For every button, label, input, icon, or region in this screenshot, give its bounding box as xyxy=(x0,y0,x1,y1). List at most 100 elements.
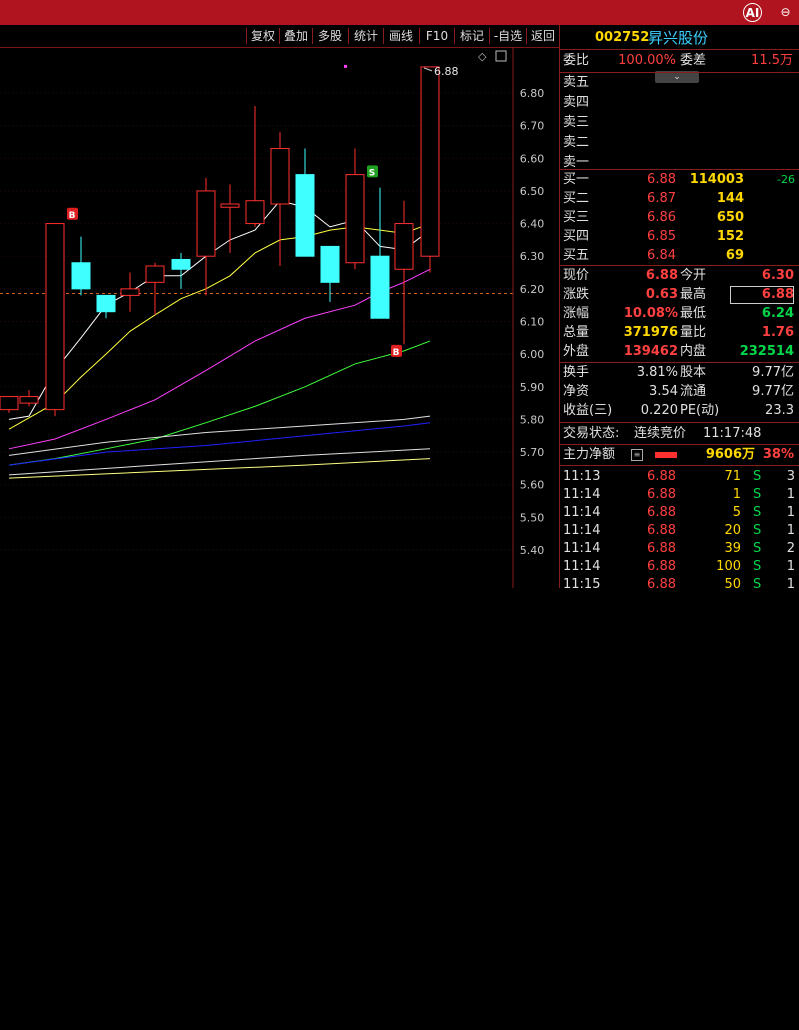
list-icon[interactable]: ≡ xyxy=(631,449,643,461)
ai-assistant-icon[interactable]: AI xyxy=(743,3,762,22)
sell-signal-marker: S xyxy=(369,168,375,178)
weicha-value: 11.5万 xyxy=(751,53,793,68)
buy-level-label: 买五 xyxy=(563,248,590,263)
buy-level-label: 买二 xyxy=(563,191,590,206)
fund-value: 9.77亿 xyxy=(752,365,794,380)
tick-volume: 39 xyxy=(724,541,741,556)
buy-price: 6.87 xyxy=(647,191,676,206)
stock-name: 昇兴股份 xyxy=(648,29,709,47)
quote-value: 6.24 xyxy=(761,306,794,321)
fund-label: PE(动) xyxy=(680,403,720,418)
quote-value: 0.63 xyxy=(645,287,678,302)
candle-body xyxy=(320,245,340,283)
quote-value: 139462 xyxy=(623,344,678,359)
remove-watchlist-button[interactable]: -自选 xyxy=(490,27,526,45)
mark-button[interactable]: 标记 xyxy=(455,27,489,45)
f10-button[interactable]: F10 xyxy=(420,27,454,45)
quote-label: 总量 xyxy=(563,325,590,340)
multi-stock-button[interactable]: 多股 xyxy=(313,27,347,45)
quote-label: 今开 xyxy=(680,268,707,283)
tick-time: 11:14 xyxy=(563,541,601,556)
tick-row: 11:14 6.88 5 S 1 xyxy=(560,504,799,522)
y-tick-label: 6.50 xyxy=(520,185,545,198)
fund-row: 净资 3.54 流通 9.77亿 xyxy=(560,383,799,401)
main-flow-label: 主力净额 xyxy=(563,447,616,462)
tick-row: 11:14 6.88 1 S 1 xyxy=(560,486,799,504)
quote-value: 1.76 xyxy=(761,325,794,340)
tick-row: 11:15 6.88 50 S 1 xyxy=(560,576,799,594)
moving-average-line xyxy=(8,458,431,479)
y-tick-label: 6.60 xyxy=(520,152,545,165)
fund-value: 9.77亿 xyxy=(752,384,794,399)
tick-direction: S xyxy=(753,577,762,592)
quote-row: 涨幅 10.08% 最低 6.24 xyxy=(560,305,799,323)
tick-price: 6.88 xyxy=(647,541,676,556)
candle-body xyxy=(345,174,365,264)
y-tick-label: 6.00 xyxy=(520,348,545,361)
fund-value: 0.220 xyxy=(640,403,678,418)
buy-volume: 152 xyxy=(716,229,744,244)
tick-list[interactable]: 11:13 6.88 71 S 3 11:14 6.88 1 S 1 11:14 6.88 5 S 1 11:… xyxy=(560,467,799,1030)
buy-level-label: 买一 xyxy=(563,172,590,187)
minimize-icon[interactable]: ⊖ xyxy=(776,3,795,22)
fund-row: 换手 3.81% 股本 9.77亿 xyxy=(560,364,799,382)
buy-level-row: 买二 6.87 144 xyxy=(560,190,799,208)
quote-label: 外盘 xyxy=(563,344,590,359)
candle-body xyxy=(420,66,440,257)
buy-price: 6.88 xyxy=(647,172,676,187)
candle-body xyxy=(0,396,19,411)
flow-bar xyxy=(655,452,677,458)
quote-value: 371976 xyxy=(623,325,678,340)
statistics-button[interactable]: 统计 xyxy=(349,27,383,45)
fund-row: 收益(三) 0.220 PE(动) 23.3 xyxy=(560,402,799,420)
candle-body xyxy=(270,147,290,205)
tick-volume: 20 xyxy=(724,523,741,538)
sell-level-label: 卖二 xyxy=(563,135,590,150)
candle-body xyxy=(120,288,140,296)
fund-label: 流通 xyxy=(680,384,707,399)
tick-time: 11:15 xyxy=(563,577,601,592)
tick-volume: 5 xyxy=(732,505,741,520)
tick-time: 11:13 xyxy=(563,469,601,484)
main-flow-value: 9606万 xyxy=(705,447,755,462)
moving-average-line xyxy=(8,422,431,466)
tick-time: 11:14 xyxy=(563,487,601,502)
chart-toolbar: 复权 叠加 多股 统计 画线 F10 标记 -自选 返回 xyxy=(0,25,560,48)
tick-volume: 50 xyxy=(724,577,741,592)
quote-label: 内盘 xyxy=(680,344,707,359)
y-tick-label: 5.90 xyxy=(520,381,545,394)
candlestick-chart[interactable]: 6.80 6.70 6.60 6.50 6.40 6.30 6.20 6.10 6.00 5.90… xyxy=(0,47,560,588)
tick-price: 6.88 xyxy=(647,469,676,484)
weibi-label: 委比 xyxy=(563,53,590,68)
y-tick-label: 5.70 xyxy=(520,446,545,459)
draw-line-button[interactable]: 画线 xyxy=(384,27,418,45)
y-tick-label: 5.60 xyxy=(520,479,545,492)
tick-volume: 1 xyxy=(732,487,741,502)
overlay-button[interactable]: 叠加 xyxy=(280,27,312,45)
tick-direction: S xyxy=(753,487,762,502)
quote-label: 最低 xyxy=(680,306,707,321)
tick-count: 1 xyxy=(786,559,795,574)
quote-row: 总量 371976 量比 1.76 xyxy=(560,324,799,342)
high-price-label: 6.88 xyxy=(434,65,459,78)
y-tick-label: 5.40 xyxy=(520,544,545,557)
buy-level-row: 买一 6.88 114003 -26 xyxy=(560,171,799,189)
y-tick-label: 5.50 xyxy=(520,511,545,524)
tick-row: 11:14 6.88 100 S 1 xyxy=(560,558,799,576)
tick-count: 2 xyxy=(786,541,795,556)
title-bar: AI ⊖ xyxy=(0,0,799,25)
tick-price: 6.88 xyxy=(647,577,676,592)
fuquan-button[interactable]: 复权 xyxy=(247,27,279,45)
tick-row: 11:14 6.88 20 S 1 xyxy=(560,522,799,540)
buy-change: -26 xyxy=(777,173,795,186)
tick-direction: S xyxy=(753,469,762,484)
candle-body xyxy=(19,396,39,404)
diamond-icon: ◇ xyxy=(478,50,487,63)
y-tick-label: 6.30 xyxy=(520,250,545,263)
moving-average-line xyxy=(8,415,431,456)
candle-body xyxy=(196,190,216,257)
y-tick-label: 6.40 xyxy=(520,218,545,231)
back-button[interactable]: 返回 xyxy=(527,27,559,45)
weicha-label: 委差 xyxy=(680,53,707,68)
buy-volume: 650 xyxy=(716,210,744,225)
